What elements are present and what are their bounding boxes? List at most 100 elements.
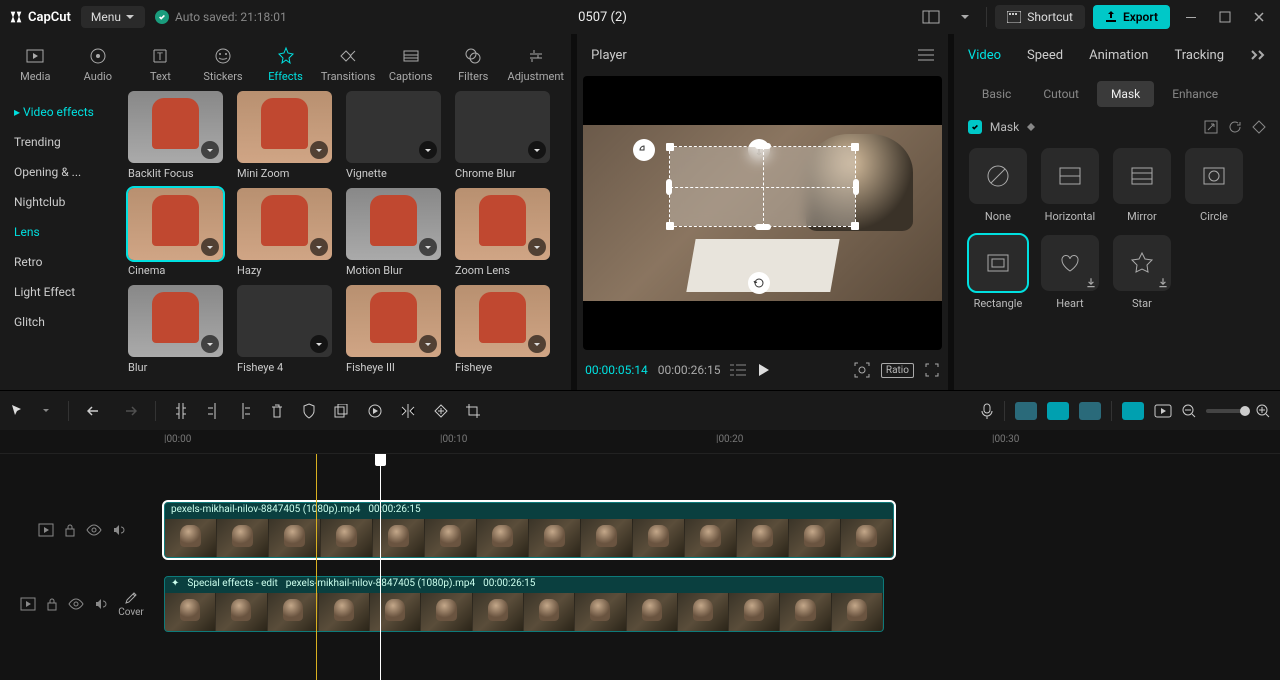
- lock-icon[interactable]: [64, 523, 76, 537]
- mask-selection[interactable]: [669, 146, 856, 227]
- more-icon[interactable]: [1250, 49, 1266, 61]
- category-tab-stickers[interactable]: Stickers: [192, 42, 255, 87]
- undo-button[interactable]: [87, 404, 103, 418]
- mask-chevron-icon[interactable]: [1027, 123, 1035, 131]
- zoom-slider[interactable]: [1206, 409, 1246, 413]
- mask-rotate-badge[interactable]: [748, 272, 770, 294]
- eye-icon[interactable]: [86, 524, 102, 536]
- rotate-tool[interactable]: [434, 404, 448, 418]
- timeline-tracks[interactable]: pexels-mikhail-nilov-8847405 (1080p).mp4…: [0, 454, 1280, 680]
- download-icon[interactable]: [201, 238, 219, 256]
- effect-motion-blur[interactable]: Motion Blur: [346, 188, 441, 277]
- mask-option-star[interactable]: Star: [1112, 235, 1172, 310]
- effect-chrome-blur[interactable]: Chrome Blur: [455, 91, 550, 180]
- close-button[interactable]: [1246, 4, 1272, 30]
- category-tab-adjustment[interactable]: Adjustment: [505, 42, 568, 87]
- tool-chevron[interactable]: [42, 407, 50, 415]
- magnet-toggle-2[interactable]: [1047, 402, 1069, 420]
- timeline-ruler[interactable]: |00:00|00:10|00:20|00:30: [0, 430, 1280, 454]
- category-tab-text[interactable]: TText: [129, 42, 192, 87]
- minimize-button[interactable]: [1178, 4, 1204, 30]
- subtab-enhance[interactable]: Enhance: [1158, 81, 1232, 107]
- pointer-tool[interactable]: [10, 404, 24, 418]
- mirror-tool[interactable]: [400, 404, 416, 418]
- mask-expand-icon[interactable]: [1204, 120, 1218, 134]
- download-icon[interactable]: [419, 238, 437, 256]
- effect-fisheye-iii[interactable]: Fisheye III: [346, 285, 441, 374]
- inspector-tab-speed[interactable]: Speed: [1027, 48, 1063, 63]
- list-icon[interactable]: [730, 363, 746, 377]
- category-tab-audio[interactable]: Audio: [67, 42, 130, 87]
- effect-blur[interactable]: Blur: [128, 285, 223, 374]
- subtab-basic[interactable]: Basic: [968, 81, 1025, 107]
- zoom-in-icon[interactable]: [1256, 404, 1270, 418]
- effect-cinema[interactable]: Cinema: [128, 188, 223, 277]
- effect-hazy[interactable]: Hazy: [237, 188, 332, 277]
- category-tab-filters[interactable]: Filters: [442, 42, 505, 87]
- sidebar-header[interactable]: ▸ Video effects: [0, 97, 120, 127]
- category-tab-captions[interactable]: Captions: [379, 42, 442, 87]
- speaker-icon[interactable]: [112, 523, 126, 537]
- download-icon[interactable]: [419, 141, 437, 159]
- split-right-tool[interactable]: [238, 403, 252, 419]
- mask-corner-badge[interactable]: [633, 139, 655, 161]
- sidebar-item-opening-[interactable]: Opening & ...: [0, 157, 120, 187]
- sidebar-item-retro[interactable]: Retro: [0, 247, 120, 277]
- subtab-cutout[interactable]: Cutout: [1029, 81, 1093, 107]
- layout-chevron[interactable]: [952, 4, 978, 30]
- inspector-tab-video[interactable]: Video: [968, 48, 1001, 63]
- eye-icon[interactable]: [68, 598, 84, 610]
- download-icon[interactable]: [201, 335, 219, 353]
- download-icon[interactable]: [310, 238, 328, 256]
- shield-tool[interactable]: [302, 403, 316, 419]
- download-icon[interactable]: [310, 141, 328, 159]
- split-tool[interactable]: [174, 403, 188, 419]
- mic-icon[interactable]: [980, 403, 994, 419]
- mask-handle-tr[interactable]: [851, 143, 859, 151]
- effect-mini-zoom[interactable]: Mini Zoom: [237, 91, 332, 180]
- maximize-button[interactable]: [1212, 4, 1238, 30]
- sidebar-item-lens[interactable]: Lens: [0, 217, 120, 247]
- download-icon[interactable]: [310, 335, 328, 353]
- inspector-tab-tracking[interactable]: Tracking: [1174, 48, 1224, 63]
- mask-reset-icon[interactable]: [1228, 120, 1242, 134]
- mask-option-none[interactable]: None: [968, 148, 1028, 223]
- speed-tool[interactable]: [368, 404, 382, 418]
- mask-option-heart[interactable]: Heart: [1040, 235, 1100, 310]
- fullscreen-icon[interactable]: [924, 362, 940, 378]
- effect-fisheye-4[interactable]: Fisheye 4: [237, 285, 332, 374]
- mask-option-horizontal[interactable]: Horizontal: [1040, 148, 1100, 223]
- magnet-toggle-3[interactable]: [1079, 402, 1101, 420]
- category-tab-effects[interactable]: Effects: [254, 42, 317, 87]
- category-tab-transitions[interactable]: Transitions: [317, 42, 380, 87]
- sidebar-item-light-effect[interactable]: Light Effect: [0, 277, 120, 307]
- player-viewport[interactable]: [583, 76, 942, 350]
- mask-handle-lm[interactable]: [666, 179, 672, 195]
- focus-icon[interactable]: [853, 361, 871, 379]
- effect-backlit-focus[interactable]: Backlit Focus: [128, 91, 223, 180]
- play-button[interactable]: [756, 363, 770, 377]
- mask-handle-br[interactable]: [851, 222, 859, 230]
- mask-handle-tm[interactable]: [755, 143, 771, 149]
- duplicate-tool[interactable]: [334, 404, 350, 418]
- mask-checkbox[interactable]: [968, 120, 982, 134]
- magnet-toggle-1[interactable]: [1015, 402, 1037, 420]
- lock-icon[interactable]: [46, 597, 58, 611]
- effect-vignette[interactable]: Vignette: [346, 91, 441, 180]
- snap-toggle[interactable]: [1122, 402, 1144, 420]
- preview-icon[interactable]: [1154, 404, 1172, 418]
- playhead[interactable]: [380, 454, 381, 680]
- track-expand-icon[interactable]: [20, 597, 36, 611]
- download-icon[interactable]: [419, 335, 437, 353]
- video-clip-2[interactable]: ✦ Special effects - edit pexels-mikhail-…: [164, 576, 884, 632]
- effect-zoom-lens[interactable]: Zoom Lens: [455, 188, 550, 277]
- mask-option-mirror[interactable]: Mirror: [1112, 148, 1172, 223]
- export-button[interactable]: Export: [1093, 5, 1170, 29]
- mask-handle-bl[interactable]: [666, 222, 674, 230]
- subtab-mask[interactable]: Mask: [1097, 81, 1154, 107]
- inspector-tab-animation[interactable]: Animation: [1089, 48, 1148, 63]
- mask-option-rectangle[interactable]: Rectangle: [968, 235, 1028, 310]
- zoom-out-icon[interactable]: [1182, 404, 1196, 418]
- sidebar-item-glitch[interactable]: Glitch: [0, 307, 120, 337]
- mask-handle-rm[interactable]: [853, 179, 859, 195]
